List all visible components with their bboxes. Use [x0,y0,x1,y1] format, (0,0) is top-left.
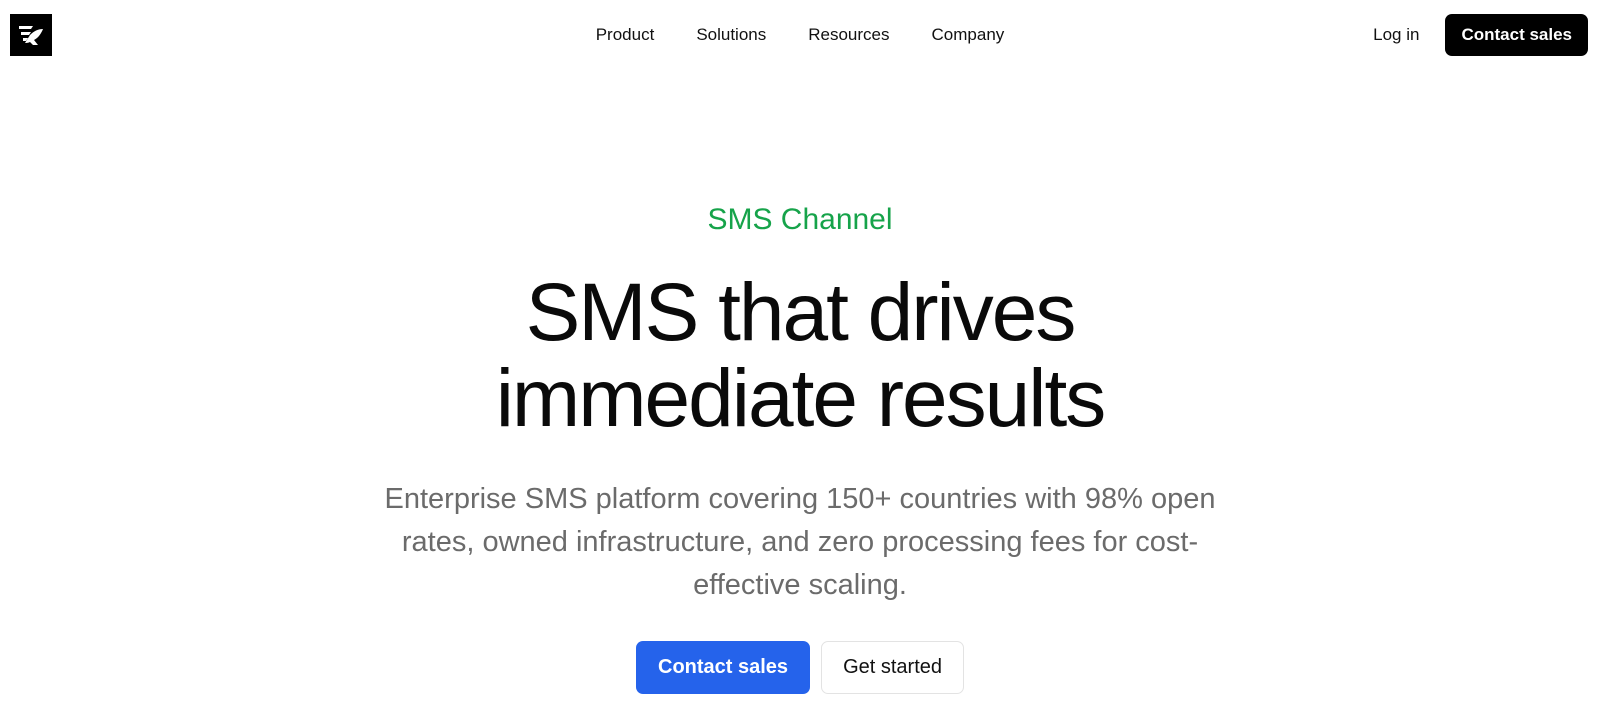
brand-logo-icon[interactable] [10,14,52,56]
nav-item-product[interactable]: Product [575,24,676,46]
hero-headline-line-1: SMS that drives [525,267,1077,358]
hero-headline-line-2: immediate results [495,353,1107,444]
nav-item-solutions[interactable]: Solutions [675,24,787,46]
hero-headline: SMS that drives immediate results [300,270,1300,442]
page: Product Solutions Resources Company Log … [0,0,1600,721]
nav-item-resources[interactable]: Resources [787,24,910,46]
main-nav: Product Solutions Resources Company [0,24,1600,46]
nav-item-company[interactable]: Company [911,24,1026,46]
hero-subtext: Enterprise SMS platform covering 150+ co… [384,483,1216,601]
bird-logo-icon [19,26,43,45]
hero-eyebrow: SMS Channel [707,203,893,236]
header-contact-sales-button[interactable]: Contact sales [1445,14,1588,56]
hero-get-started-button[interactable]: Get started [821,641,964,694]
hero-section: SMS Channel SMS that drives immediate re… [0,200,1600,694]
hero-contact-sales-button[interactable]: Contact sales [636,641,811,694]
login-link[interactable]: Log in [1373,25,1419,45]
header-actions: Log in Contact sales [1373,14,1588,56]
hero-cta-row: Contact sales Get started [0,641,1600,694]
